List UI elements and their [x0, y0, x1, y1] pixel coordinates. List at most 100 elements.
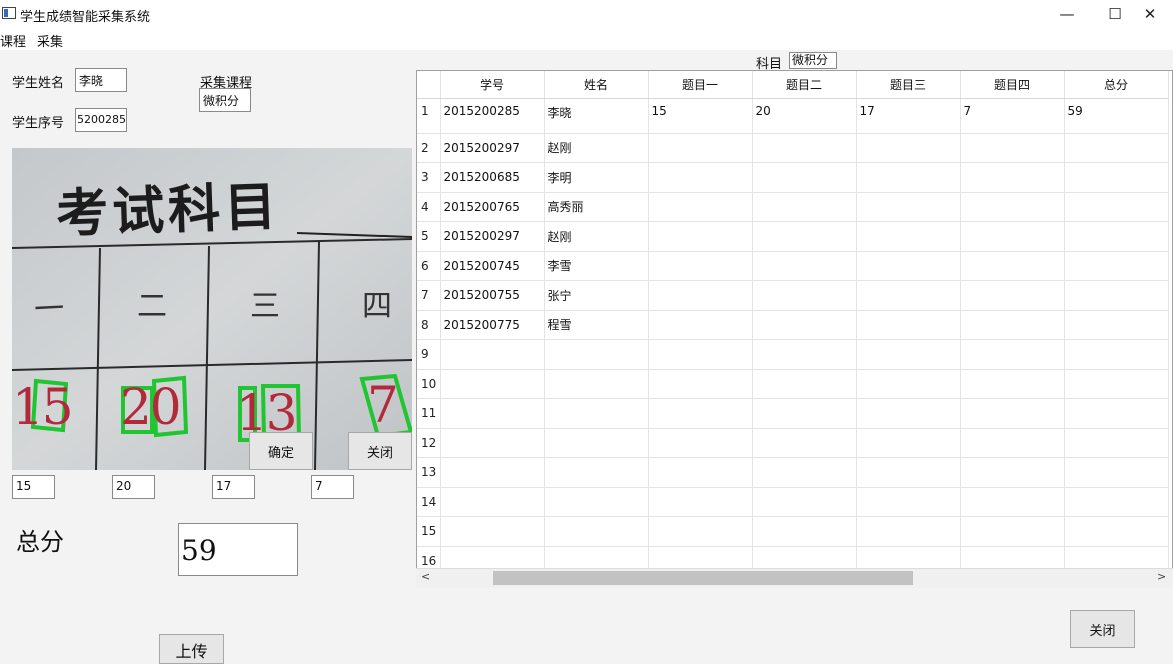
table-cell[interactable]: 20 [752, 98, 857, 134]
table-cell[interactable]: 2015200297 [440, 133, 545, 163]
table-cell[interactable] [544, 516, 649, 547]
row-number[interactable]: 6 [417, 251, 441, 281]
table-cell[interactable] [856, 339, 961, 370]
scrollbar-thumb[interactable] [493, 571, 913, 585]
table-cell[interactable]: 2015200765 [440, 192, 545, 222]
table-cell[interactable] [544, 369, 649, 399]
row-number[interactable]: 13 [417, 457, 441, 488]
menu-collect[interactable]: 采集 [37, 31, 63, 50]
table-cell[interactable] [1064, 516, 1169, 547]
table-cell[interactable] [856, 133, 961, 163]
column-header[interactable]: 总分 [1064, 71, 1169, 99]
table-cell[interactable] [648, 162, 753, 193]
table-cell[interactable] [856, 162, 961, 193]
table-cell[interactable] [960, 516, 1065, 547]
table-cell[interactable] [752, 428, 857, 458]
column-header[interactable]: 题目三 [856, 71, 961, 99]
table-cell[interactable] [752, 280, 857, 311]
table-cell[interactable] [856, 221, 961, 252]
table-cell[interactable]: 赵刚 [544, 221, 649, 252]
table-cell[interactable] [440, 428, 545, 458]
table-cell[interactable] [752, 398, 857, 429]
table-cell[interactable] [648, 192, 753, 222]
table-cell[interactable] [648, 221, 753, 252]
table-cell[interactable] [648, 487, 753, 517]
table-cell[interactable] [960, 487, 1065, 517]
table-cell[interactable]: 2015200755 [440, 280, 545, 311]
table-cell[interactable] [544, 428, 649, 458]
row-number[interactable]: 12 [417, 428, 441, 458]
score-field-4[interactable]: 7 [311, 475, 354, 499]
table-cell[interactable] [960, 310, 1065, 340]
student-name-field[interactable]: 李晓 [75, 68, 127, 92]
table-cell[interactable] [544, 398, 649, 429]
table-cell[interactable] [648, 516, 753, 547]
scroll-right-arrow-icon[interactable]: > [1157, 570, 1166, 583]
close-window-button[interactable]: ✕ [1127, 0, 1173, 28]
column-header[interactable]: 题目四 [960, 71, 1065, 99]
close-capture-button[interactable]: 关闭 [348, 432, 412, 470]
row-number[interactable]: 2 [417, 133, 441, 163]
row-number[interactable]: 8 [417, 310, 441, 340]
table-cell[interactable] [856, 192, 961, 222]
table-cell[interactable] [960, 221, 1065, 252]
score-field-1[interactable]: 15 [12, 475, 55, 499]
row-number[interactable]: 1 [417, 98, 441, 134]
table-cell[interactable] [856, 487, 961, 517]
table-cell[interactable] [856, 251, 961, 281]
table-corner[interactable] [417, 71, 441, 99]
table-cell[interactable] [440, 457, 545, 488]
table-cell[interactable] [960, 280, 1065, 311]
table-cell[interactable] [544, 457, 649, 488]
table-cell[interactable] [648, 339, 753, 370]
table-cell[interactable]: 59 [1064, 98, 1169, 134]
table-cell[interactable] [440, 487, 545, 517]
table-cell[interactable] [960, 192, 1065, 222]
menu-course[interactable]: 课程 [0, 31, 26, 50]
table-cell[interactable] [752, 192, 857, 222]
course-field[interactable]: 微积分 [199, 88, 251, 112]
table-cell[interactable] [648, 428, 753, 458]
column-header[interactable]: 学号 [440, 71, 545, 99]
subject-field[interactable]: 微积分 [789, 52, 837, 69]
table-cell[interactable] [960, 428, 1065, 458]
table-cell[interactable]: 程雪 [544, 310, 649, 340]
table-cell[interactable]: 2015200775 [440, 310, 545, 340]
table-cell[interactable] [856, 369, 961, 399]
table-cell[interactable] [648, 133, 753, 163]
table-cell[interactable]: 17 [856, 98, 961, 134]
table-cell[interactable]: 7 [960, 98, 1065, 134]
row-number[interactable]: 7 [417, 280, 441, 311]
table-cell[interactable] [648, 398, 753, 429]
table-cell[interactable] [1064, 398, 1169, 429]
table-cell[interactable] [960, 339, 1065, 370]
table-cell[interactable] [752, 487, 857, 517]
table-cell[interactable] [856, 457, 961, 488]
table-cell[interactable] [856, 280, 961, 311]
upload-button[interactable]: 上传 [159, 634, 224, 664]
column-header[interactable]: 题目二 [752, 71, 857, 99]
table-cell[interactable] [856, 398, 961, 429]
table-cell[interactable] [960, 457, 1065, 488]
total-score-field[interactable]: 59 [178, 523, 298, 576]
table-cell[interactable] [648, 280, 753, 311]
row-number[interactable]: 3 [417, 162, 441, 193]
table-cell[interactable] [856, 516, 961, 547]
table-cell[interactable]: 李明 [544, 162, 649, 193]
minimize-button[interactable]: — [1044, 0, 1090, 28]
table-cell[interactable] [440, 398, 545, 429]
table-cell[interactable]: 15 [648, 98, 753, 134]
close-button[interactable]: 关闭 [1070, 610, 1135, 648]
table-cell[interactable] [1064, 251, 1169, 281]
row-number[interactable]: 14 [417, 487, 441, 517]
table-cell[interactable] [440, 369, 545, 399]
row-number[interactable]: 10 [417, 369, 441, 399]
table-cell[interactable] [648, 369, 753, 399]
table-cell[interactable] [1064, 339, 1169, 370]
row-number[interactable]: 15 [417, 516, 441, 547]
table-cell[interactable] [1064, 457, 1169, 488]
table-cell[interactable] [1064, 280, 1169, 311]
table-cell[interactable]: 2015200745 [440, 251, 545, 281]
table-cell[interactable] [1064, 369, 1169, 399]
table-cell[interactable] [1064, 133, 1169, 163]
